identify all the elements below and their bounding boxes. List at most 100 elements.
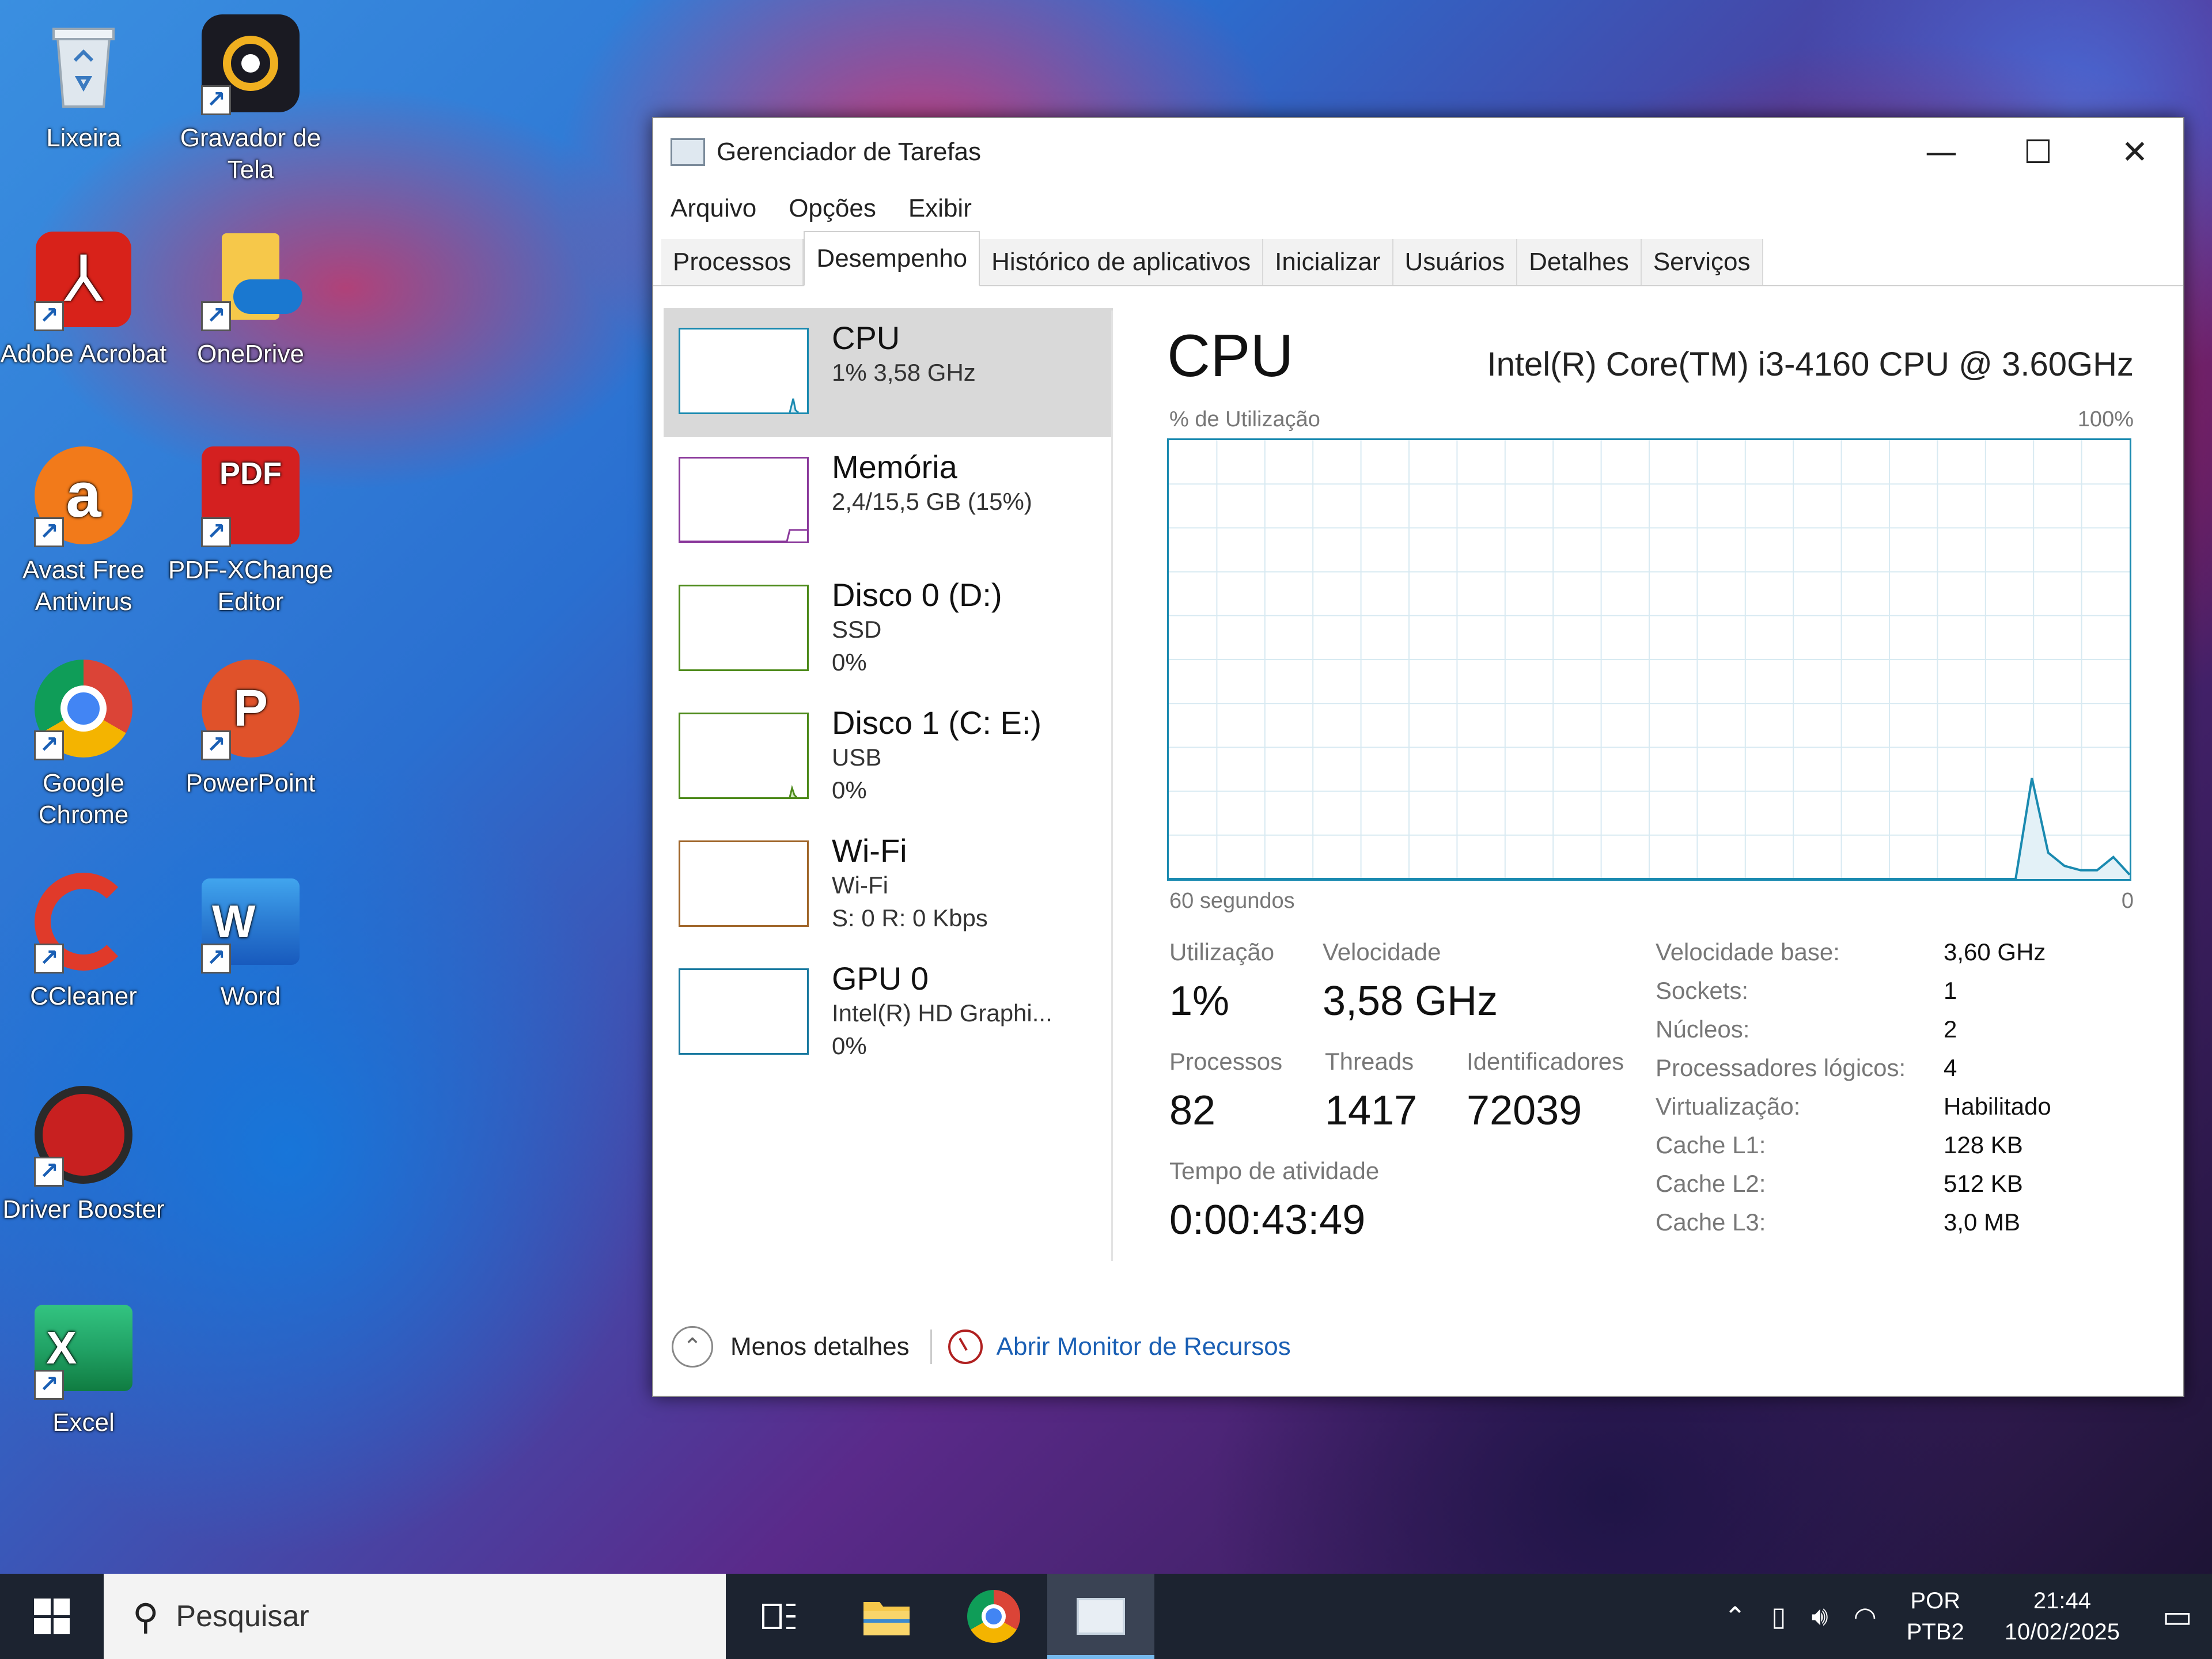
disk0-thumbnail-graph — [679, 585, 809, 671]
spec-key: Cache L1: — [1656, 1131, 1766, 1158]
tab-usuarios[interactable]: Usuários — [1393, 239, 1518, 285]
desktop-icon-pdfxchange[interactable]: PDF ↗ PDF-XChange Editor — [167, 444, 334, 618]
task-view-button[interactable] — [726, 1574, 833, 1659]
spec-row: Sockets: 1 — [1656, 971, 2051, 1010]
menu-exibir[interactable]: Exibir — [908, 194, 972, 223]
resource-title: Memória — [832, 449, 957, 485]
taskbar-task-manager[interactable] — [1047, 1574, 1154, 1659]
stat-value: 0:00:43:49 — [1169, 1197, 1366, 1243]
resource-detail: 0% — [832, 649, 867, 676]
less-details-link[interactable]: Menos detalhes — [730, 1332, 910, 1361]
spec-key: Virtualização: — [1656, 1092, 1801, 1120]
title-bar[interactable]: Gerenciador de Tarefas — ☐ ✕ — [653, 118, 2183, 186]
stat-label: Velocidade — [1323, 938, 1441, 965]
desktop-icon-acrobat[interactable]: ⅄ ↗ Adobe Acrobat — [0, 228, 167, 370]
clock-time: 21:44 — [2033, 1588, 2091, 1613]
cpu-thumbnail-graph — [679, 328, 809, 414]
desktop-icon-onedrive[interactable]: ↗ OneDrive — [167, 228, 334, 370]
cpu-model-name: Intel(R) Core(TM) i3-4160 CPU @ 3.60GHz — [1487, 346, 2134, 383]
desktop-icon-lixeira[interactable]: Lixeira — [0, 12, 167, 154]
stat-tempo-atividade: Tempo de atividade 0:00:43:49 — [1169, 1157, 1379, 1244]
resource-detail: Intel(R) HD Graphi... — [832, 999, 1052, 1027]
desktop-icon-label: Gravador de Tela — [180, 124, 321, 184]
spec-key: Processadores lógicos: — [1656, 1054, 1906, 1081]
disk1-thumbnail-graph — [679, 713, 809, 799]
cpu-utilization-graph — [1167, 438, 2131, 881]
search-box[interactable]: ⚲ Pesquisar — [104, 1574, 726, 1659]
screen-recorder-icon: ↗ — [199, 12, 302, 115]
spec-value: 3,0 MB — [1944, 1208, 2021, 1236]
tab-servicos[interactable]: Serviços — [1641, 239, 1763, 285]
tab-historico[interactable]: Histórico de aplicativos — [980, 239, 1264, 285]
desktop-icon-label: Word — [220, 982, 281, 1010]
tab-desempenho[interactable]: Desempenho — [804, 231, 980, 286]
tablet-icon[interactable]: ▯ — [1771, 1601, 1786, 1632]
desktop-icon-avast[interactable]: a ↗ Avast Free Antivirus — [0, 444, 167, 618]
volume-icon[interactable]: 🔊︎ — [1812, 1600, 1828, 1633]
window-footer: ⌃ Menos detalhes Abrir Monitor de Recurs… — [653, 1298, 2183, 1396]
desktop-icon-gravador[interactable]: ↗ Gravador de Tela — [167, 12, 334, 185]
language-indicator[interactable]: POR PTB2 — [1907, 1585, 1964, 1647]
desktop-icon-label: Adobe Acrobat — [0, 340, 167, 368]
stat-identificadores: Identificadores 72039 — [1467, 1048, 1624, 1134]
memory-thumbnail-graph — [679, 457, 809, 543]
spec-row: Cache L2: 512 KB — [1656, 1164, 2051, 1203]
resource-list: CPU 1% 3,58 GHz Memória 2,4/15,5 GB (15%… — [664, 308, 1113, 1077]
close-button[interactable]: ✕ — [2086, 118, 2183, 186]
task-manager-app-icon — [671, 138, 705, 166]
start-button[interactable] — [0, 1574, 104, 1659]
tab-detalhes[interactable]: Detalhes — [1517, 239, 1642, 285]
desktop-icon-chrome[interactable]: ↗ Google Chrome — [0, 657, 167, 831]
shortcut-arrow-icon: ↗ — [201, 85, 231, 115]
shortcut-arrow-icon: ↗ — [201, 301, 231, 331]
spec-key: Núcleos: — [1656, 1015, 1750, 1043]
desktop-icon-word[interactable]: W ↗ Word — [167, 870, 334, 1012]
clock[interactable]: 21:44 10/02/2025 — [2005, 1585, 2120, 1647]
tab-processos[interactable]: Processos — [661, 239, 804, 285]
resource-item-memoria[interactable]: Memória 2,4/15,5 GB (15%) — [664, 437, 1113, 565]
taskbar: ⚲ Pesquisar ⌃ ▯ 🔊︎ ◠ POR PTB2 21:44 10/0… — [0, 1574, 2212, 1659]
search-icon: ⚲ — [132, 1595, 159, 1638]
spec-row: Cache L1: 128 KB — [1656, 1126, 2051, 1164]
stat-label: Identificadores — [1467, 1048, 1624, 1075]
resource-item-cpu[interactable]: CPU 1% 3,58 GHz — [664, 308, 1113, 437]
stat-value: 1417 — [1325, 1088, 1418, 1134]
taskbar-chrome[interactable] — [940, 1574, 1047, 1659]
shortcut-arrow-icon: ↗ — [34, 301, 64, 331]
resource-item-disco0[interactable]: Disco 0 (D:) SSD 0% — [664, 565, 1113, 693]
resource-title: Disco 0 (D:) — [832, 577, 1002, 613]
resource-title: Wi-Fi — [832, 832, 907, 869]
tab-inicializar[interactable]: Inicializar — [1263, 239, 1393, 285]
notification-center-icon[interactable]: ▭ — [2143, 1574, 2212, 1659]
chevron-up-icon[interactable]: ⌃ — [1724, 1601, 1747, 1632]
resource-detail: SSD — [832, 616, 882, 643]
resource-detail: 2,4/15,5 GB (15%) — [832, 488, 1032, 516]
menu-opcoes[interactable]: Opções — [789, 194, 876, 223]
keyboard-layout: PTB2 — [1906, 1619, 1964, 1645]
spec-key: Sockets: — [1656, 976, 1749, 1004]
recycle-bin-icon — [32, 12, 135, 115]
shortcut-arrow-icon: ↗ — [201, 730, 231, 760]
menu-arquivo[interactable]: Arquivo — [671, 194, 756, 223]
desktop-icon-ccleaner[interactable]: ↗ CCleaner — [0, 870, 167, 1012]
wifi-icon[interactable]: ◠ — [1854, 1601, 1877, 1632]
open-resource-monitor-link[interactable]: Abrir Monitor de Recursos — [997, 1332, 1291, 1361]
resource-detail: 0% — [832, 1032, 867, 1060]
desktop-icon-driverbooster[interactable]: ↗ Driver Booster — [0, 1083, 167, 1225]
taskbar-file-explorer[interactable] — [833, 1574, 940, 1659]
resource-item-wifi[interactable]: Wi-Fi Wi-Fi S: 0 R: 0 Kbps — [664, 821, 1113, 949]
ccleaner-icon: ↗ — [32, 870, 135, 974]
desktop-icon-excel[interactable]: X ↗ Excel — [0, 1296, 167, 1438]
shortcut-arrow-icon: ↗ — [201, 944, 231, 974]
avast-icon: a ↗ — [32, 444, 135, 547]
resource-item-disco1[interactable]: Disco 1 (C: E:) USB 0% — [664, 693, 1113, 821]
minimize-button[interactable]: — — [1893, 118, 1990, 186]
desktop-icon-powerpoint[interactable]: P ↗ PowerPoint — [167, 657, 334, 799]
resource-item-gpu0[interactable]: GPU 0 Intel(R) HD Graphi... 0% — [664, 949, 1113, 1077]
maximize-button[interactable]: ☐ — [1990, 118, 2086, 186]
chevron-up-icon[interactable]: ⌃ — [672, 1326, 713, 1368]
desktop-icon-label: PowerPoint — [185, 769, 316, 797]
task-view-icon — [762, 1604, 796, 1629]
desktop-icon-label: PDF-XChange Editor — [168, 556, 334, 616]
utilization-label: % de Utilização — [1169, 407, 1320, 431]
